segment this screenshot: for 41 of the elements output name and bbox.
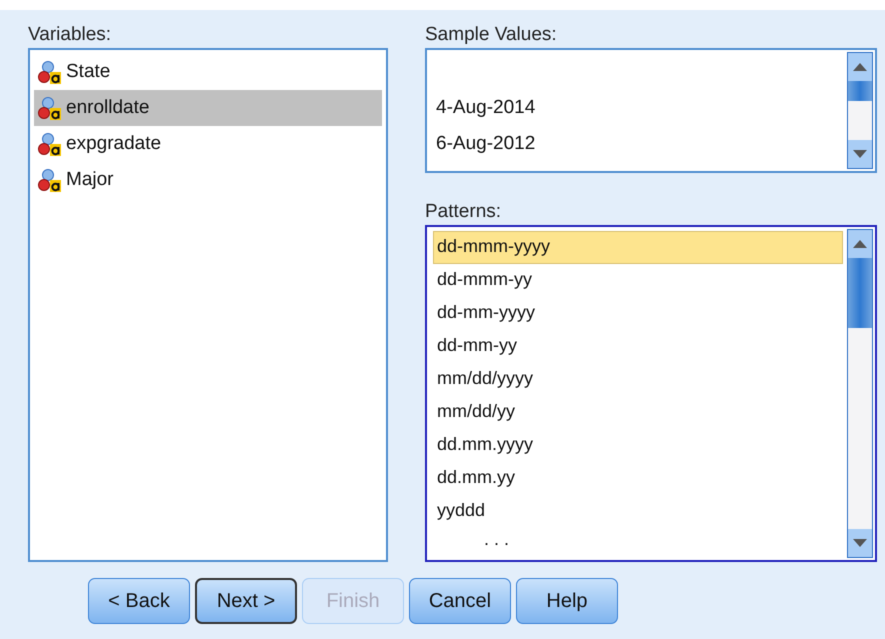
wizard-button[interactable]: Cancel: [409, 578, 511, 624]
down-arrow-icon: [853, 150, 867, 158]
down-arrow-icon: [853, 539, 867, 547]
up-arrow-icon: [853, 240, 867, 248]
variables-list[interactable]: State enrolldate expgradate Major: [28, 48, 388, 562]
scroll-down-button[interactable]: [848, 140, 872, 168]
wizard-button[interactable]: Help: [516, 578, 618, 624]
variable-item[interactable]: expgradate: [34, 126, 382, 162]
pattern-item[interactable]: dd.mm.yyyy: [433, 429, 843, 462]
pattern-item[interactable]: dd-mmm-yy: [433, 264, 843, 297]
nominal-variable-icon: [38, 60, 62, 84]
patterns-list[interactable]: dd-mmm-yyyy dd-mmm-yy dd-mm-yyyy dd-mm-yy mm/dd/yyyy mm/dd/yy dd.mm.yyyy dd.mm.yy yyddd . . .: [425, 225, 877, 562]
variable-item[interactable]: Major: [34, 162, 382, 198]
nominal-variable-icon: [38, 168, 62, 192]
scroll-up-button[interactable]: [848, 230, 872, 258]
wizard-button[interactable]: Next >: [195, 578, 297, 624]
sample-value: 6-Aug-2012: [435, 132, 536, 156]
sample-values-label: Sample Values:: [425, 24, 558, 47]
scrollbar[interactable]: [847, 229, 873, 558]
variable-item[interactable]: enrolldate: [34, 90, 382, 126]
variable-item[interactable]: State: [34, 54, 382, 90]
pattern-item[interactable]: dd-mm-yy: [433, 330, 843, 363]
wizard-button[interactable]: < Back: [88, 578, 190, 624]
more-indicator: . . .: [483, 528, 510, 551]
nominal-variable-icon: [38, 132, 62, 156]
pattern-item[interactable]: yyddd: [433, 495, 843, 528]
variables-label: Variables:: [28, 24, 112, 47]
sample-value: 4-Aug-2014: [435, 96, 536, 120]
pattern-item[interactable]: dd-mmm-yyyy: [433, 231, 843, 264]
pattern-item[interactable]: mm/dd/yy: [433, 396, 843, 429]
patterns-label: Patterns:: [425, 201, 502, 224]
nominal-variable-icon: [38, 96, 62, 120]
up-arrow-icon: [853, 63, 867, 71]
scroll-down-button[interactable]: [848, 529, 872, 557]
pattern-item[interactable]: dd-mm-yyyy: [433, 297, 843, 330]
scroll-thumb[interactable]: [848, 258, 872, 328]
pattern-item[interactable]: mm/dd/yyyy: [433, 363, 843, 396]
scroll-up-button[interactable]: [848, 53, 872, 81]
pattern-item[interactable]: dd.mm.yy: [433, 462, 843, 495]
scroll-thumb[interactable]: [848, 81, 872, 101]
scrollbar[interactable]: [847, 52, 873, 169]
